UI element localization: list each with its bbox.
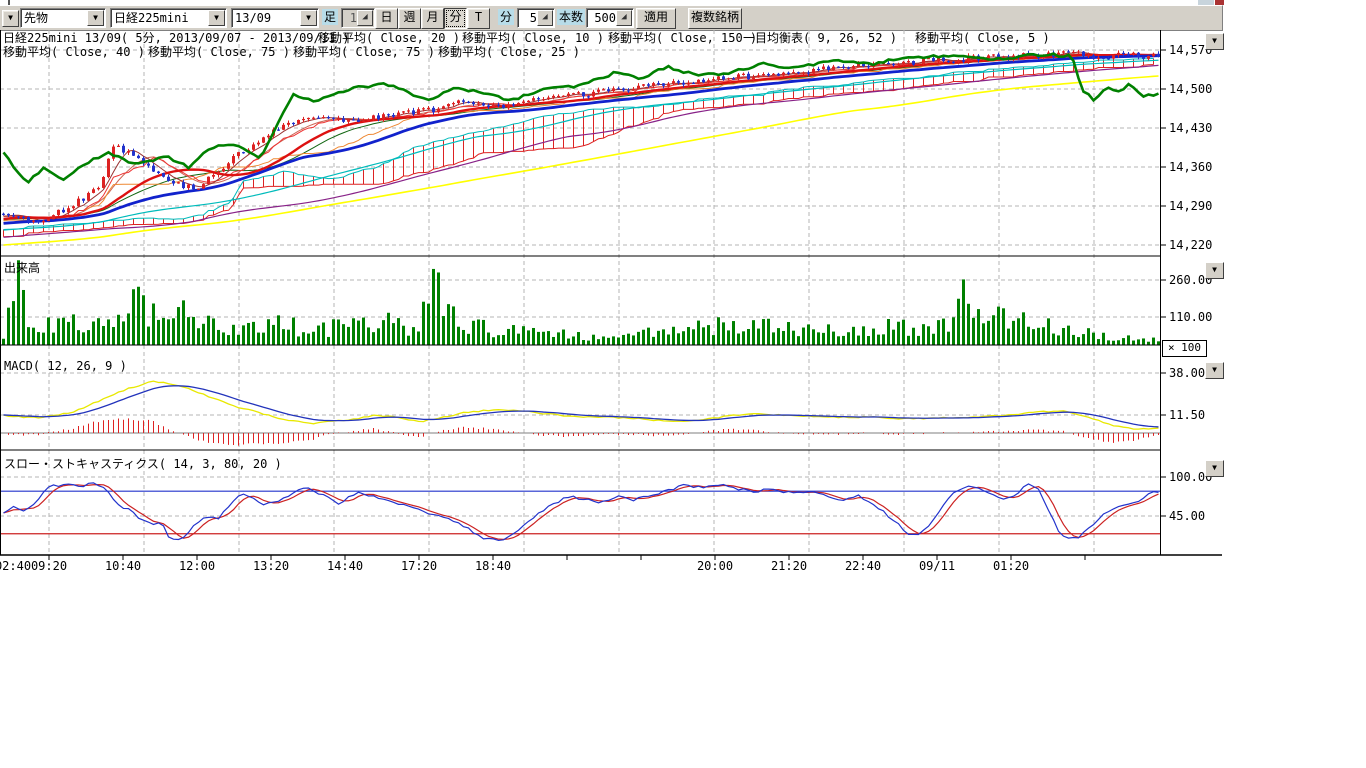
bar-count-label: 本数 — [557, 9, 585, 25]
pane-scale-dropdown-button[interactable]: ▼ — [1205, 262, 1224, 279]
period-button-2[interactable]: 週 — [398, 8, 421, 29]
multi-symbol-button[interactable]: 複数銘柄 — [688, 8, 742, 29]
price-axis-label: 14,220 — [1169, 238, 1212, 252]
apply-button[interactable]: 適用 — [636, 8, 676, 29]
spinner-icon[interactable]: ◢ — [616, 10, 632, 26]
bar-interval-value: 1 — [350, 10, 357, 27]
bar-count-stepper[interactable]: 500 ◢ — [586, 8, 634, 28]
bar-count-value: 500 — [594, 10, 616, 27]
symbol-select[interactable]: 日経225mini ▼ — [110, 8, 227, 28]
legend-item: 日経225mini 13/09( 5分, 2013/09/07 - 2013/0… — [3, 32, 350, 45]
symbol-type-value: 先物 — [24, 10, 48, 27]
pane-scale-dropdown-button[interactable]: ▼ — [1205, 362, 1224, 379]
pane-scale-dropdown-button[interactable]: ▼ — [1205, 33, 1224, 50]
time-axis-label: 01:20 — [993, 559, 1029, 573]
time-axis-label: 20:00 — [697, 559, 733, 573]
legend-item: 移動平均( Close, 150 ) — [608, 32, 757, 45]
axes-borders — [0, 30, 1222, 560]
chart-canvas — [0, 30, 1230, 566]
legend-item: 一目均衡表( 9, 26, 52 ) — [743, 32, 897, 45]
time-axis-label: 02:40 — [0, 559, 31, 573]
time-axis-label: 22:40 — [845, 559, 881, 573]
legend-item: 移動平均( Close, 5 ) — [915, 32, 1050, 45]
chevron-down-icon[interactable]: ▼ — [208, 10, 225, 26]
legend-item: 移動平均( Close, 25 ) — [438, 46, 580, 59]
price-axis-label: 14,430 — [1169, 121, 1212, 135]
stoch-pane-label: スロー・ストキャスティクス( 14, 3, 80, 20 ) — [4, 458, 282, 471]
chevron-down-icon[interactable]: ▼ — [87, 10, 104, 26]
period-button-5[interactable]: T — [467, 8, 490, 29]
period-button-3[interactable]: 月 — [421, 8, 444, 29]
volume-multiplier-box: × 100 — [1162, 340, 1207, 357]
spinner-icon[interactable]: ◢ — [357, 10, 373, 26]
chart-area: × 100 日経225mini 13/09( 5分, 2013/09/07 - … — [0, 30, 1366, 768]
bar-type-label: 足 — [322, 9, 338, 25]
stochastics-pane — [0, 483, 1160, 541]
time-axis-label: 21:20 — [771, 559, 807, 573]
time-axis-label: 09/11 — [919, 559, 955, 573]
chevron-down-icon[interactable]: ▼ — [300, 10, 317, 26]
app-window: ▼ 先物 ▼ 日経225mini ▼ 13/09 ▼ 足 1 ◢ 分 5 ◢ 本… — [0, 0, 1366, 768]
macd-axis-label: 38.00 — [1169, 366, 1205, 380]
pane-scale-dropdown-button[interactable]: ▼ — [1205, 460, 1224, 477]
period-button-1[interactable]: 日 — [375, 8, 398, 29]
toolbar: ▼ 先物 ▼ 日経225mini ▼ 13/09 ▼ 足 1 ◢ 分 5 ◢ 本… — [0, 5, 1223, 31]
time-axis-label: 18:40 — [475, 559, 511, 573]
volume-pane-label: 出来高 — [4, 262, 40, 275]
minute-label: 分 — [498, 9, 514, 25]
legend-item: 移動平均( Close, 10 ) — [462, 32, 604, 45]
spinner-icon[interactable]: ◢ — [537, 10, 553, 26]
time-axis-label: 10:40 — [105, 559, 141, 573]
legend-item: 移動平均( Close, 75 ) — [293, 46, 435, 59]
time-axis-label: 12:00 — [179, 559, 215, 573]
symbol-type-select[interactable]: 先物 ▼ — [20, 8, 106, 28]
toolbar-dropdown-button[interactable]: ▼ — [2, 10, 19, 27]
legend-item: 移動平均( Close, 40 ) — [3, 46, 145, 59]
price-axis-label: 14,360 — [1169, 160, 1212, 174]
legend-item: 移動平均( Close, 20 ) — [318, 32, 460, 45]
contract-month-select[interactable]: 13/09 ▼ — [231, 8, 319, 28]
moving-averages — [4, 52, 1159, 245]
period-button-4[interactable]: 分 — [444, 8, 467, 29]
time-axis-label: 13:20 — [253, 559, 289, 573]
minute-value: 5 — [530, 10, 537, 27]
macd-pane — [0, 381, 1160, 445]
contract-month-value: 13/09 — [235, 10, 271, 27]
gridlines — [0, 30, 1160, 555]
legend-item: 移動平均( Close, 75 ) — [148, 46, 290, 59]
time-axis-label: 14:40 — [327, 559, 363, 573]
time-axis-label: 17:20 — [401, 559, 437, 573]
bar-interval-stepper[interactable]: 1 ◢ — [341, 8, 375, 28]
symbol-value: 日経225mini — [114, 10, 189, 27]
stoch-axis-label: 45.00 — [1169, 509, 1205, 523]
price-axis-label: 14,500 — [1169, 82, 1212, 96]
minute-stepper[interactable]: 5 ◢ — [517, 8, 555, 28]
time-axis-label: 09:20 — [31, 559, 67, 573]
macd-pane-label: MACD( 12, 26, 9 ) — [4, 360, 127, 373]
macd-axis-label: 11.50 — [1169, 408, 1205, 422]
volume-bars — [2, 260, 1160, 345]
volume-axis-label: 110.00 — [1169, 310, 1212, 324]
candlesticks — [2, 50, 1160, 225]
price-axis-label: 14,290 — [1169, 199, 1212, 213]
chevron-down-icon: ▼ — [8, 13, 13, 22]
